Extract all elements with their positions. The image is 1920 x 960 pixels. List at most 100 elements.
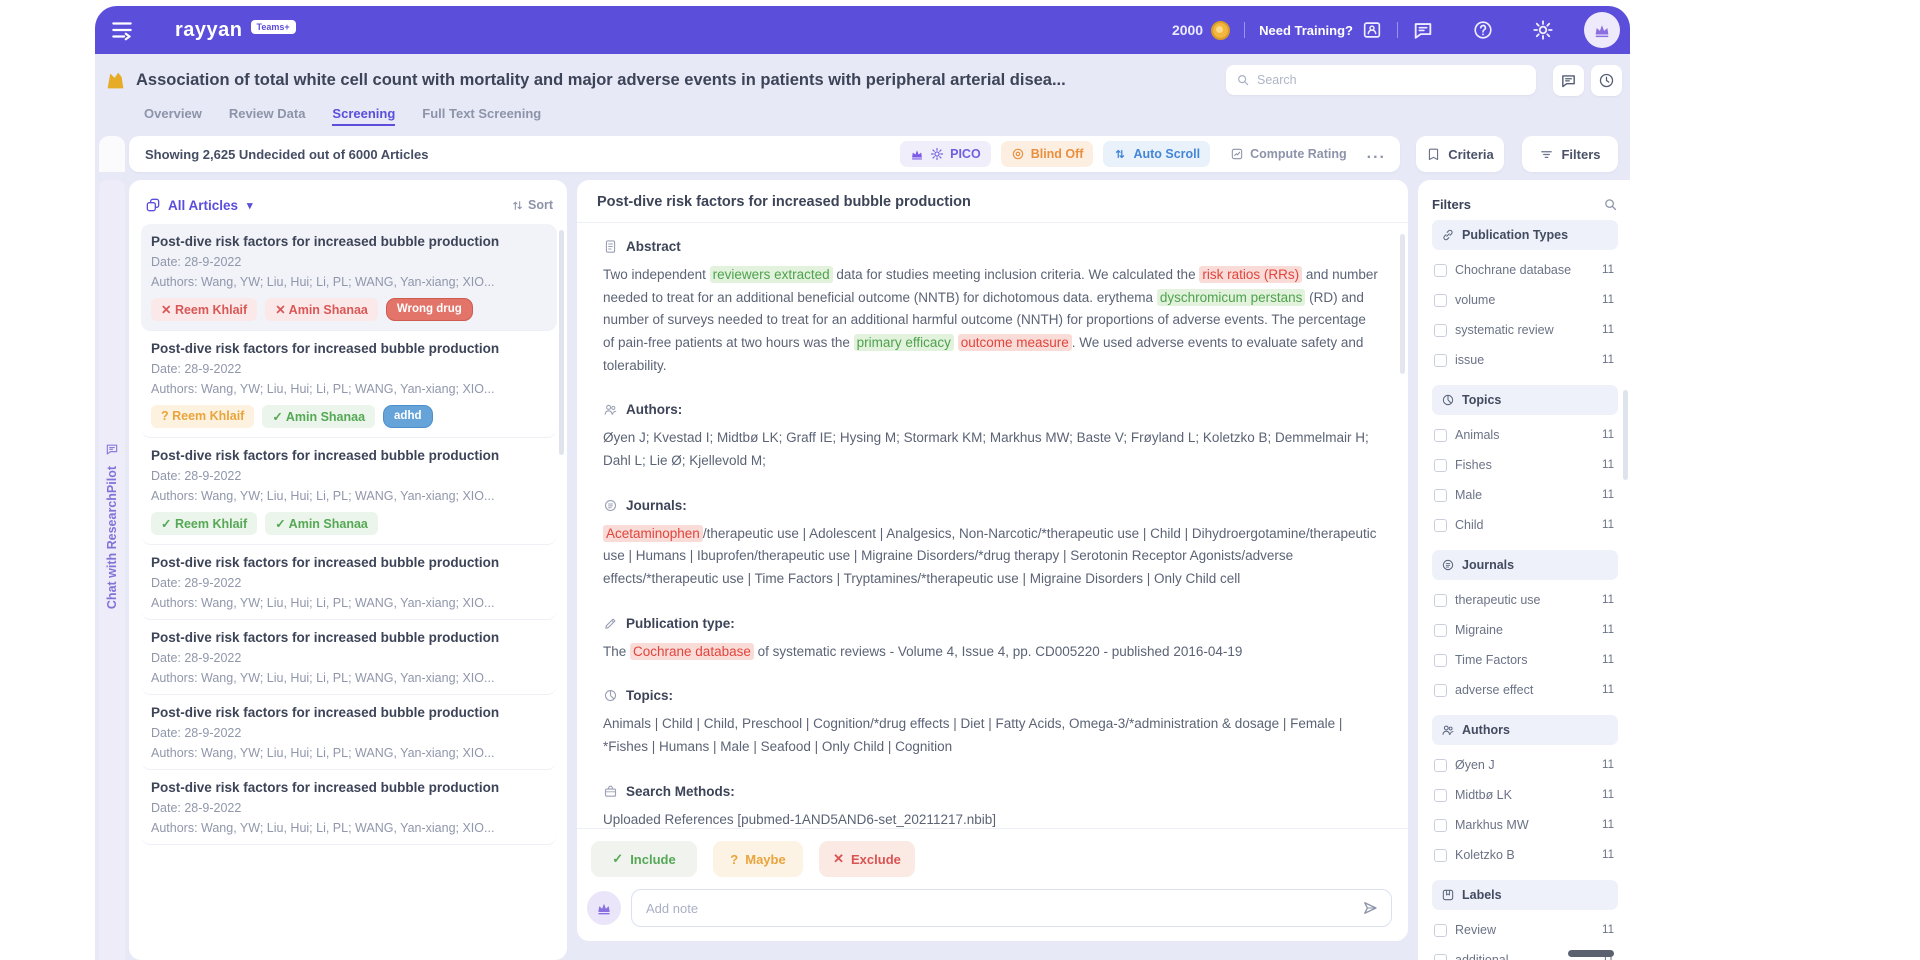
exclude-button[interactable]: ✕ Exclude — [819, 841, 915, 877]
filter-section-header[interactable]: Publication Types — [1432, 220, 1618, 250]
checkbox[interactable] — [1434, 623, 1447, 637]
filter-item[interactable]: Animals 11 — [1432, 420, 1618, 450]
filter-item[interactable]: Time Factors 11 — [1432, 645, 1618, 675]
tab[interactable]: Full Text Screening — [422, 106, 541, 124]
criteria-button[interactable]: Criteria — [1416, 136, 1504, 172]
filter-item[interactable]: issue 11 — [1432, 345, 1618, 375]
checkbox[interactable] — [1434, 353, 1447, 367]
filter-section-header[interactable]: Topics — [1432, 385, 1618, 415]
compute-rating-button[interactable]: Compute Rating — [1220, 141, 1357, 167]
checkbox[interactable] — [1434, 428, 1447, 442]
chat-with-researchpilot-tab[interactable]: Chat with ResearchPilot — [99, 180, 125, 960]
chip-exclude[interactable]: ✕ Amin Shanaa — [265, 298, 378, 321]
filter-section-header[interactable]: Journals — [1432, 550, 1618, 580]
horizontal-scrollbar[interactable] — [1568, 950, 1614, 957]
filter-item[interactable]: Øyen J 11 — [1432, 750, 1618, 780]
checkbox[interactable] — [1434, 518, 1447, 532]
article-list-item[interactable]: Post-dive risk factors for increased bub… — [141, 770, 557, 845]
filters-scrollbar[interactable] — [1623, 390, 1628, 480]
checkbox[interactable] — [1434, 323, 1447, 337]
article-list-item[interactable]: Post-dive risk factors for increased bub… — [141, 695, 557, 770]
credits-counter[interactable]: 2000 — [1172, 20, 1231, 40]
filter-item[interactable]: Chochrane database 11 — [1432, 255, 1618, 285]
settings-gear-icon[interactable] — [1532, 19, 1554, 41]
user-avatar[interactable] — [1584, 12, 1620, 48]
chip-include[interactable]: ✓ Amin Shanaa — [265, 512, 378, 535]
send-icon[interactable] — [1361, 899, 1379, 917]
menu-icon[interactable] — [109, 17, 135, 43]
comments-button[interactable] — [1553, 64, 1584, 96]
chip-label-red[interactable]: Wrong drug — [385, 298, 473, 321]
filter-item[interactable]: volume 11 — [1432, 285, 1618, 315]
checkbox[interactable] — [1434, 953, 1447, 960]
article-list-item[interactable]: Post-dive risk factors for increased bub… — [141, 620, 557, 695]
article-list-item[interactable]: Post-dive risk factors for increased bub… — [141, 438, 557, 545]
include-button[interactable]: ✓ Include — [591, 841, 697, 877]
filter-item[interactable]: Fishes 11 — [1432, 450, 1618, 480]
article-list-item[interactable]: Post-dive risk factors for increased bub… — [141, 331, 557, 438]
search-icon[interactable] — [1603, 197, 1618, 212]
feedback-chat-icon[interactable] — [1412, 19, 1434, 41]
checkbox[interactable] — [1434, 653, 1447, 667]
filter-item[interactable]: Markhus MW 11 — [1432, 810, 1618, 840]
filter-item[interactable]: Migraine 11 — [1432, 615, 1618, 645]
history-button[interactable] — [1591, 64, 1622, 96]
filter-item[interactable]: adverse effect 11 — [1432, 675, 1618, 705]
article-list-item[interactable]: Post-dive risk factors for increased bub… — [141, 224, 557, 331]
article-list-item[interactable]: Post-dive risk factors for increased bub… — [141, 545, 557, 620]
search-input[interactable] — [1257, 73, 1526, 87]
tab[interactable]: Review Data — [229, 106, 306, 124]
chip-include[interactable]: ✓ Reem Khlaif — [151, 512, 258, 535]
checkbox[interactable] — [1434, 488, 1447, 502]
checkbox[interactable] — [1434, 923, 1447, 937]
filter-item-label: therapeutic use — [1455, 593, 1541, 607]
need-training-link[interactable]: Need Training? — [1259, 19, 1383, 41]
checkbox[interactable] — [1434, 818, 1447, 832]
search-methods-heading-label: Search Methods: — [626, 783, 735, 799]
article-scrollbar[interactable] — [1400, 234, 1405, 374]
article-item-date: Date: 28-9-2022 — [151, 255, 242, 269]
add-note-input[interactable] — [646, 900, 1361, 916]
chip-maybe[interactable]: ? Reem Khlaif — [151, 405, 255, 428]
filter-section-header[interactable]: Authors — [1432, 715, 1618, 745]
checkbox[interactable] — [1434, 293, 1447, 307]
pico-toggle[interactable]: PICO — [900, 141, 991, 167]
blind-toggle[interactable]: Blind Off — [1000, 141, 1094, 167]
chip-include[interactable]: ✓ Amin Shanaa — [262, 405, 376, 428]
filter-item[interactable]: Male 11 — [1432, 480, 1618, 510]
filters-button[interactable]: Filters — [1522, 136, 1618, 172]
checkbox[interactable] — [1434, 683, 1447, 697]
checkbox[interactable] — [1434, 848, 1447, 862]
tab[interactable]: Overview — [144, 106, 202, 124]
filter-item-count: 11 — [1602, 294, 1614, 306]
rayyan-logo[interactable]: rayyan Teams+ — [175, 19, 296, 42]
search-methods-text: Uploaded References [pubmed-1AND5AND6-se… — [603, 811, 996, 827]
filter-item[interactable]: Child 11 — [1432, 510, 1618, 540]
article-item-authors: Authors: Wang, YW; Liu, Hui; Li, PL; WAN… — [151, 275, 495, 289]
filter-item[interactable]: Review 11 — [1432, 915, 1618, 945]
filter-item[interactable]: Koletzko B 11 — [1432, 840, 1618, 870]
filter-section-header[interactable]: Labels — [1432, 880, 1618, 910]
checkbox[interactable] — [1434, 458, 1447, 472]
maybe-button[interactable]: ? Maybe — [713, 841, 803, 877]
auto-scroll-toggle[interactable]: Auto Scroll — [1103, 141, 1211, 167]
checkbox[interactable] — [1434, 593, 1447, 607]
filter-item[interactable]: Midtbø LK 11 — [1432, 780, 1618, 810]
checkbox[interactable] — [1434, 263, 1447, 277]
chip-label-blue[interactable]: adhd — [383, 405, 433, 428]
chip-exclude[interactable]: ✕ Reem Khlaif — [151, 298, 258, 321]
checkbox[interactable] — [1434, 758, 1447, 772]
filter-item[interactable]: therapeutic use 11 — [1432, 585, 1618, 615]
articles-stack-icon — [145, 197, 161, 213]
filter-section-icon — [1441, 393, 1455, 407]
search-box[interactable] — [1226, 65, 1536, 95]
tab[interactable]: Screening — [332, 106, 396, 126]
help-icon[interactable] — [1472, 19, 1494, 41]
article-list-header: All Articles ▾ Sort — [141, 186, 557, 224]
all-articles-dropdown[interactable]: All Articles ▾ — [145, 197, 253, 213]
filter-item[interactable]: systematic review 11 — [1432, 315, 1618, 345]
article-list-scrollbar[interactable] — [559, 230, 564, 455]
checkbox[interactable] — [1434, 788, 1447, 802]
sort-button[interactable]: Sort — [511, 198, 553, 212]
more-options-button[interactable]: ... — [1367, 145, 1386, 163]
